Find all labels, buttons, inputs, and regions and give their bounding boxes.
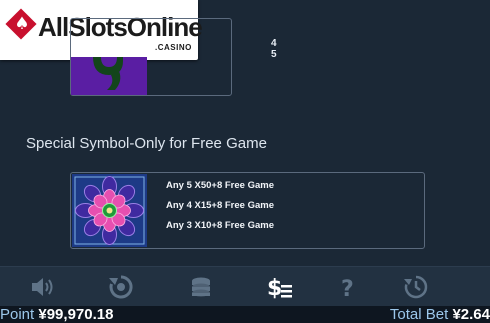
section-title: Special Symbol-Only for Free Game xyxy=(26,135,267,152)
total-bet-value: ¥2.64 xyxy=(452,306,490,323)
special-symbol-tile xyxy=(72,174,147,247)
balance-readout: Point ¥99,970.18 xyxy=(0,306,113,323)
autoplay-icon[interactable] xyxy=(107,273,135,301)
status-bar: Point ¥99,970.18 Total Bet ¥2.64 xyxy=(0,306,490,323)
special-pay-row: Any 5 X50+8 Free Game xyxy=(166,180,274,191)
coins-icon[interactable] xyxy=(187,273,215,301)
pay-value: 4 xyxy=(271,38,277,49)
svg-text:?: ? xyxy=(341,277,354,301)
symbol-tile xyxy=(71,57,147,95)
spade-icon: ♠ xyxy=(14,14,30,34)
special-pay-row: Any 3 X10+8 Free Game xyxy=(166,220,274,231)
point-label: Point xyxy=(0,306,35,323)
help-icon[interactable]: ? xyxy=(334,273,362,302)
bottom-toolbar: $ ? xyxy=(0,266,490,307)
history-icon[interactable] xyxy=(402,273,430,301)
symbol-nine-icon xyxy=(71,57,147,95)
paytable-screen: ♠ AllSlotsOnline .CASINO 4 5 Special Sym… xyxy=(0,0,490,323)
pay-value: 5 xyxy=(271,49,277,60)
lotus-flower-icon xyxy=(72,174,147,247)
total-bet-label: Total Bet xyxy=(389,306,449,323)
point-value: ¥99,970.18 xyxy=(38,306,114,323)
special-pay-row: Any 4 X15+8 Free Game xyxy=(166,200,274,211)
svg-text:$: $ xyxy=(267,276,282,301)
total-bet-readout: Total Bet ¥2.64 xyxy=(390,306,490,323)
paytable-icon[interactable]: $ xyxy=(266,273,294,301)
sound-icon[interactable] xyxy=(28,273,56,301)
symbol-pay-panel: 4 5 xyxy=(70,18,277,96)
special-symbol-panel: Any 5 X50+8 Free Game Any 4 X15+8 Free G… xyxy=(70,172,425,249)
